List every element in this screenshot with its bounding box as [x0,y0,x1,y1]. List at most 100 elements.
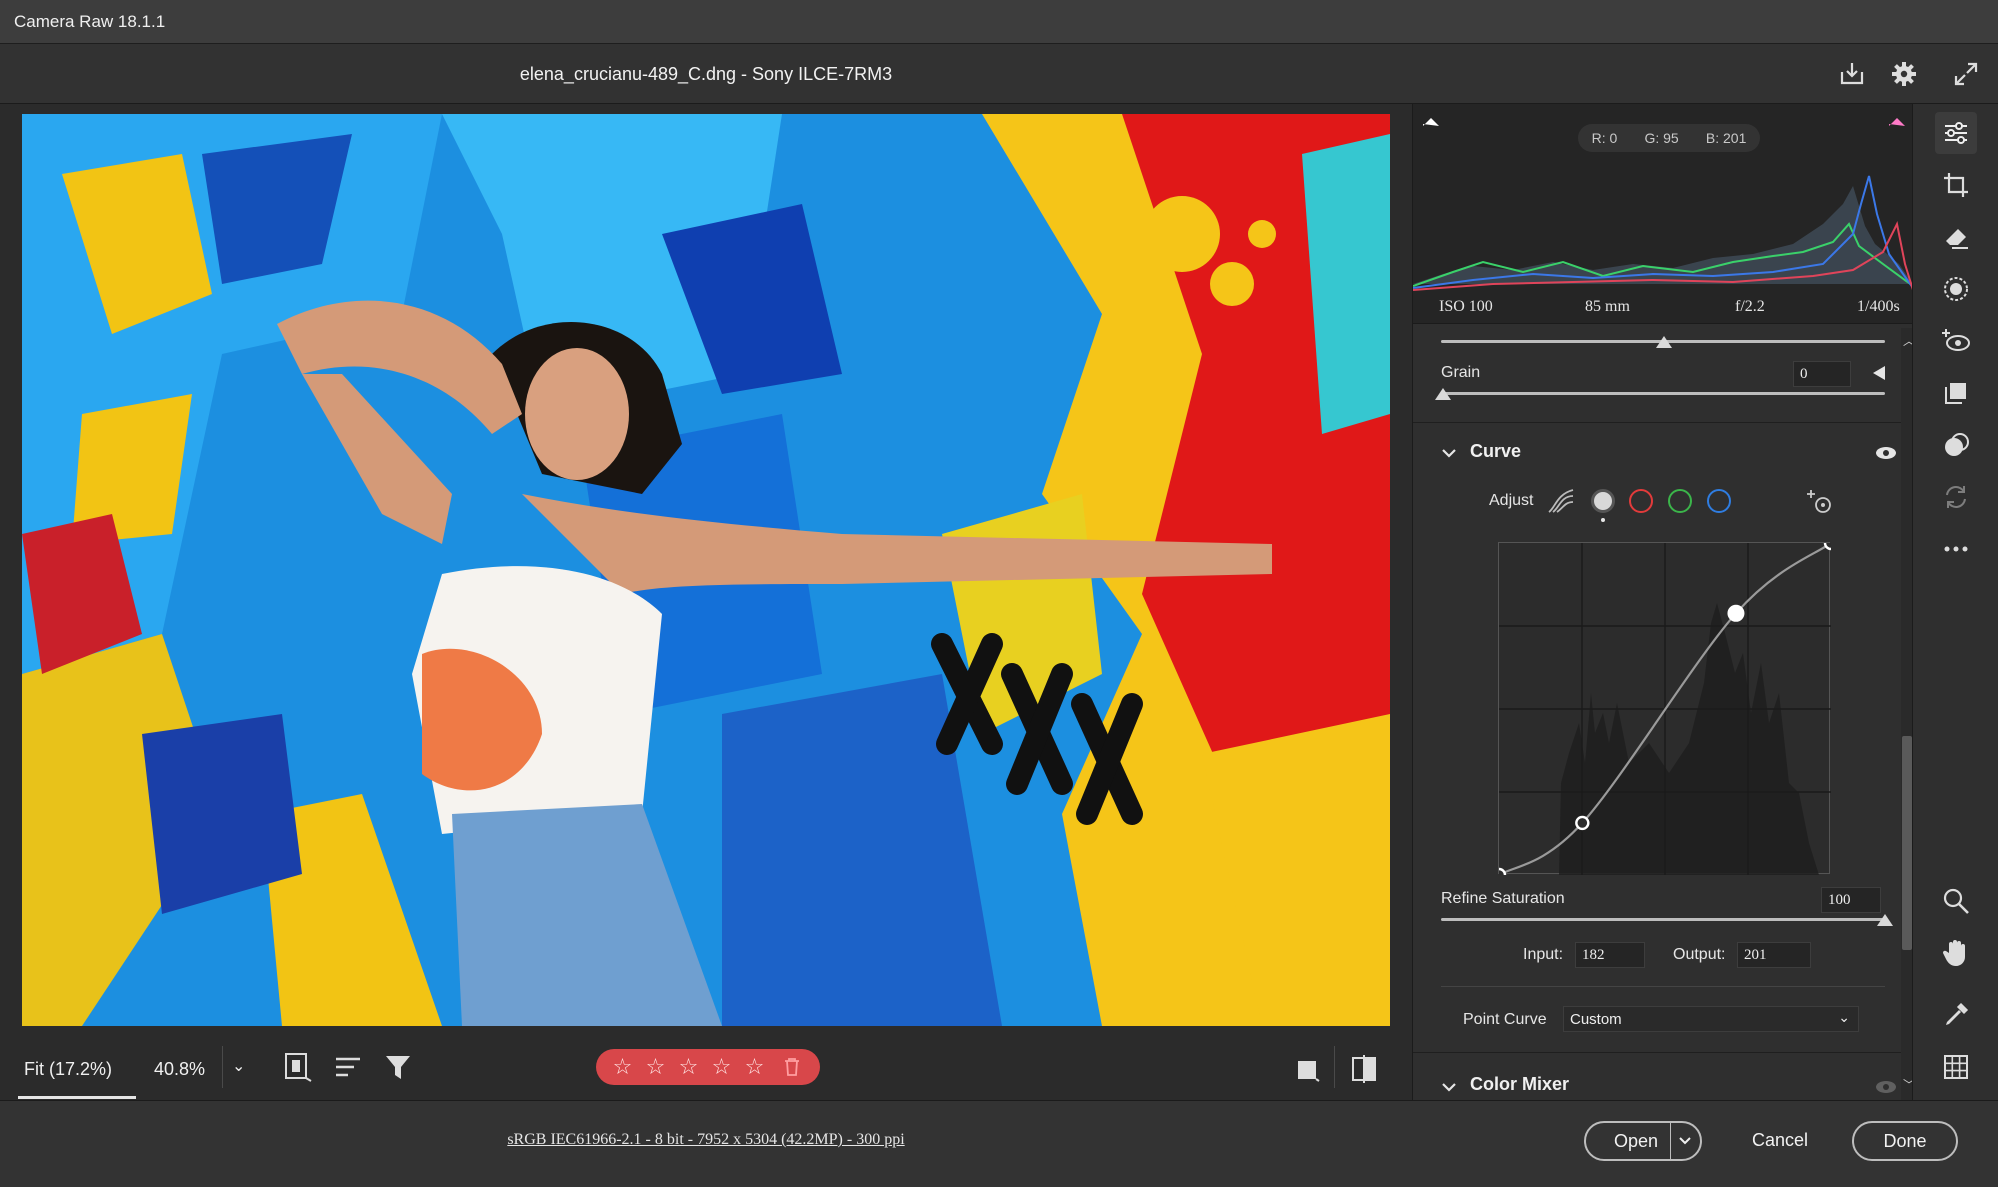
chevron-down-icon[interactable]: ⌄ [232,1056,245,1076]
star-icon[interactable]: ☆ [610,1056,635,1078]
curve-point[interactable] [1823,535,1839,551]
sync-icon[interactable] [1935,476,1977,518]
point-curve-white-icon[interactable] [1591,489,1615,513]
zoom-fit[interactable]: Fit (17.2%) [24,1059,112,1080]
save-icon[interactable] [1836,58,1868,90]
red-channel-icon[interactable] [1629,489,1653,513]
exif-iso: ISO 100 [1439,298,1493,315]
image-viewer[interactable] [0,104,1412,1100]
filmstrip-icon[interactable] [284,1052,312,1087]
open-button[interactable]: Open [1584,1121,1702,1161]
edit-sliders-icon[interactable] [1935,112,1977,154]
curve-output-field[interactable]: 201 [1737,942,1811,968]
red-eye-icon[interactable] [1935,320,1977,362]
star-icon[interactable]: ☆ [742,1056,767,1078]
shadow-clipping-icon[interactable] [1423,118,1439,126]
parametric-curve-icon[interactable] [1547,488,1575,519]
exif-aperture: f/2.2 [1735,298,1765,315]
chevron-down-icon[interactable] [1441,444,1457,464]
file-title: elena_crucianu-489_C.dng - Sony ILCE-7RM… [519,64,893,84]
tone-curve-svg[interactable] [1491,535,1839,883]
hand-icon[interactable] [1935,932,1977,974]
open-label: Open [1614,1130,1659,1151]
snapshots-icon[interactable] [1935,424,1977,466]
blue-channel-icon[interactable] [1707,489,1731,513]
title-bar: Camera Raw 18.1.1 [0,0,1998,44]
rating-bar: ☆ ☆ ☆ ☆ ☆ [596,1049,820,1085]
refine-saturation-slider-thumb[interactable] [1877,914,1893,926]
point-curve-select[interactable]: Custom ⌄ [1563,1006,1859,1032]
presets-icon[interactable] [1935,372,1977,414]
green-channel-icon[interactable] [1668,489,1692,513]
grain-slider-thumb[interactable] [1435,388,1451,400]
histogram: R: 0 G: 95 B: 201 ISO 100 85 mm f/2.2 1/… [1413,104,1913,324]
divider [1670,1123,1671,1159]
chevron-down-icon: ⌄ [1838,1009,1850,1025]
zoom-fit-underline [18,1096,136,1099]
g-value: G: 95 [1644,130,1679,146]
bottom-bar: sRGB IEC61966-2.1 - 8 bit - 7952 x 5304 … [0,1100,1998,1187]
divider [1413,422,1913,423]
done-button[interactable]: Done [1852,1121,1958,1161]
curve-point[interactable] [1491,867,1507,883]
trash-icon[interactable] [781,1056,803,1078]
file-header: elena_crucianu-489_C.dng - Sony ILCE-7RM… [0,44,1998,104]
grain-slider-track[interactable] [1441,392,1885,395]
color-mixer-title[interactable]: Color Mixer [1470,1074,1569,1095]
adjust-label: Adjust [1489,492,1534,509]
tool-rail [1912,104,1998,1100]
refine-saturation-label: Refine Saturation [1441,890,1565,907]
point-curve-label: Point Curve [1463,1011,1547,1028]
zoom-icon[interactable] [1935,880,1977,922]
divider [1441,986,1885,987]
highlight-clipping-icon[interactable] [1889,118,1905,126]
chevron-down-icon[interactable] [1678,1131,1692,1152]
masking-icon[interactable] [1935,268,1977,310]
curve-point[interactable] [1727,604,1745,622]
refine-saturation-slider-track[interactable] [1441,918,1885,921]
targeted-adjustment-icon[interactable] [1805,488,1835,521]
b-value: B: 201 [1705,130,1747,146]
refine-saturation-input[interactable]: 100 [1821,887,1881,913]
star-icon[interactable]: ☆ [709,1056,734,1078]
cancel-button[interactable]: Cancel [1752,1130,1808,1151]
grain-label: Grain [1441,364,1481,381]
eraser-icon[interactable] [1935,216,1977,258]
point-curve-selected: Custom [1570,1011,1622,1028]
effects-slider-thumb[interactable] [1656,336,1672,348]
filter-icon[interactable] [384,1054,414,1087]
window-title: Camera Raw 18.1.1 [14,12,166,31]
eye-icon[interactable] [1875,445,1897,465]
zoom-level[interactable]: 40.8% [154,1059,205,1080]
curve-histogram [1559,603,1819,875]
sort-icon[interactable] [334,1054,364,1087]
single-view-icon[interactable] [1296,1058,1320,1087]
eye-icon[interactable] [1875,1079,1897,1099]
fullscreen-icon[interactable] [1950,58,1982,90]
chevron-down-icon[interactable] [1441,1078,1457,1098]
curve-point[interactable] [1575,815,1590,831]
star-icon[interactable]: ☆ [643,1056,668,1078]
grid-icon[interactable] [1935,1046,1977,1088]
done-label: Done [1883,1130,1927,1151]
divider [222,1046,223,1088]
scrollbar-thumb[interactable] [1902,736,1912,950]
exif-focal: 85 mm [1585,298,1630,315]
curve-title[interactable]: Curve [1470,441,1521,462]
edit-panel: R: 0 G: 95 B: 201 ISO 100 85 mm f/2.2 1/… [1412,104,1915,1100]
reset-arrow-icon[interactable] [1873,366,1885,380]
grain-input[interactable]: 0 [1793,361,1851,387]
preview-image[interactable] [22,114,1390,1026]
gear-icon[interactable] [1888,58,1920,90]
output-label: Output: [1673,946,1726,963]
before-after-icon[interactable] [1350,1054,1380,1089]
color-sampler-icon[interactable] [1935,994,1977,1036]
input-label: Input: [1523,946,1564,963]
tone-curve-graph[interactable] [1491,535,1839,883]
curve-input-field[interactable]: 182 [1575,942,1645,968]
rgb-readout: R: 0 G: 95 B: 201 [1578,124,1760,152]
crop-icon[interactable] [1935,164,1977,206]
workflow-options-link[interactable]: sRGB IEC61966-2.1 - 8 bit - 7952 x 5304 … [0,1131,1412,1149]
star-icon[interactable]: ☆ [676,1056,701,1078]
more-icon[interactable] [1935,528,1977,570]
